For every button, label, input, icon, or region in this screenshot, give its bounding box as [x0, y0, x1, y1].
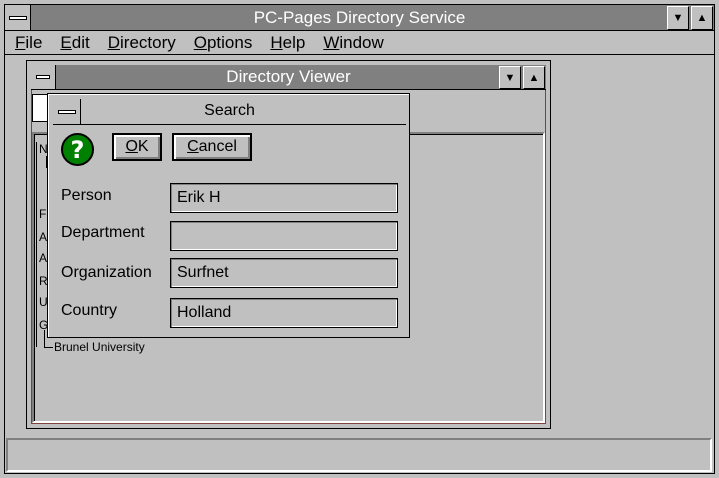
- tree-leaf-brunel[interactable]: Brunel University: [54, 340, 145, 354]
- minimize-icon: ▼: [672, 12, 684, 24]
- tree-item[interactable]: A: [39, 230, 47, 244]
- menu-options[interactable]: Options: [194, 33, 253, 53]
- menu-directory[interactable]: Directory: [108, 33, 176, 53]
- doc-title: Directory Viewer: [226, 67, 351, 86]
- system-menu-icon: [8, 15, 27, 20]
- maximize-icon: ▲: [696, 12, 708, 24]
- menubar: File Edit Directory Options Help Window: [5, 31, 714, 55]
- menu-help[interactable]: Help: [270, 33, 305, 53]
- doc-minimize-button[interactable]: ▼: [499, 66, 521, 89]
- system-menu-icon: [36, 75, 50, 79]
- country-field[interactable]: Holland: [170, 298, 398, 328]
- organization-label: Organization: [61, 264, 152, 281]
- app-system-menu-button[interactable]: [5, 5, 31, 30]
- question-icon: ?: [61, 133, 94, 166]
- ok-button[interactable]: OK: [112, 133, 162, 161]
- tree-line: [44, 347, 53, 348]
- menu-window[interactable]: Window: [323, 33, 383, 53]
- person-label: Person: [61, 187, 112, 204]
- app-title: PC-Pages Directory Service: [253, 7, 466, 27]
- minimize-icon: ▼: [504, 71, 516, 84]
- dialog-title: Search: [204, 102, 255, 119]
- app-maximize-button[interactable]: ▲: [691, 6, 713, 30]
- department-label: Department: [61, 224, 145, 241]
- app-minimize-button[interactable]: ▼: [667, 6, 689, 30]
- dialog-titlebar[interactable]: Search: [53, 98, 406, 125]
- country-label: Country: [61, 302, 118, 319]
- doc-system-menu-button[interactable]: [31, 65, 56, 89]
- person-field[interactable]: Erik H: [170, 183, 398, 213]
- doc-maximize-button[interactable]: ▲: [523, 66, 545, 89]
- maximize-icon: ▲: [528, 71, 540, 84]
- system-menu-icon: [58, 109, 76, 114]
- dialog-system-menu-button[interactable]: [54, 99, 81, 124]
- doc-titlebar[interactable]: Directory Viewer: [31, 65, 546, 90]
- cancel-button[interactable]: Cancel: [172, 133, 252, 161]
- status-bar: [6, 438, 712, 472]
- menu-edit[interactable]: Edit: [60, 33, 89, 53]
- menu-file[interactable]: File: [15, 33, 42, 53]
- organization-field[interactable]: Surfnet: [170, 258, 398, 288]
- tree-line: [44, 330, 45, 347]
- tree-item[interactable]: A: [39, 251, 47, 265]
- tree-line: [36, 142, 37, 347]
- app-titlebar[interactable]: PC-Pages Directory Service: [5, 5, 714, 31]
- department-field[interactable]: [170, 221, 398, 251]
- cancel-label: Cancel: [187, 138, 237, 155]
- ok-label: OK: [125, 138, 149, 155]
- tree-item[interactable]: F: [39, 207, 46, 221]
